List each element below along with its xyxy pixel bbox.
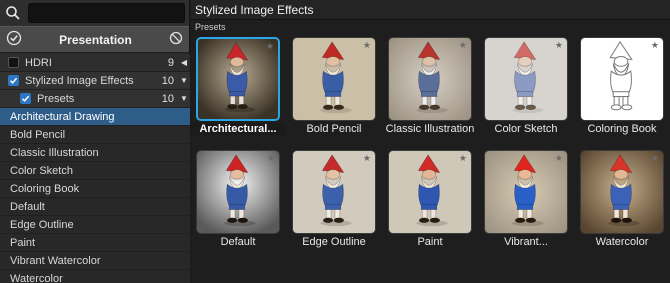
tree-row-label: Stylized Image Effects <box>25 74 134 87</box>
star-icon[interactable]: ★ <box>267 154 275 163</box>
preset-caption: Vibrant... <box>504 236 548 248</box>
tree-row-count: 10 <box>161 92 174 105</box>
preset-list-label: Vibrant Watercolor <box>10 254 101 267</box>
chevron-down-icon[interactable]: ▼ <box>178 76 190 85</box>
preset-list-item[interactable]: Watercolor <box>0 270 190 283</box>
preset-list-item[interactable]: Edge Outline <box>0 216 190 234</box>
preset-thumbnail[interactable]: ★ <box>484 37 568 121</box>
presentation-header[interactable]: Presentation <box>0 26 189 53</box>
app-window: Presentation HDRI 9 ◀ Stylized Image Eff… <box>0 0 670 283</box>
preset-caption: Edge Outline <box>302 236 366 248</box>
check-circle-icon[interactable] <box>6 30 22 49</box>
preset-list-label: Edge Outline <box>10 218 74 231</box>
prohibit-icon[interactable] <box>169 31 183 48</box>
preset-tree: HDRI 9 ◀ Stylized Image Effects 10 ▼ Pre… <box>0 54 190 283</box>
preset-caption: Color Sketch <box>494 123 558 135</box>
preset-list-item[interactable]: Default <box>0 198 190 216</box>
tree-row-count: 10 <box>161 74 174 87</box>
tree-row-count: 9 <box>167 56 174 69</box>
preset-caption: Bold Pencil <box>306 123 362 135</box>
preset-list-item[interactable]: Paint <box>0 234 190 252</box>
search-bar <box>0 0 189 26</box>
star-icon[interactable]: ★ <box>555 41 563 50</box>
star-icon[interactable]: ★ <box>555 154 563 163</box>
preset-list: Architectural Drawing Bold Pencil Classic … <box>0 108 190 283</box>
star-icon[interactable]: ★ <box>651 154 659 163</box>
search-input[interactable] <box>28 3 185 23</box>
preset-list-label: Paint <box>10 236 36 249</box>
star-icon[interactable]: ★ <box>459 154 467 163</box>
main-panel: Stylized Image Effects Presets ★ Architec… <box>190 0 670 283</box>
preset-caption: Coloring Book <box>587 123 657 135</box>
presets-checkbox[interactable] <box>20 93 31 104</box>
star-icon[interactable]: ★ <box>459 41 467 50</box>
preset-caption: Paint <box>417 236 443 248</box>
preset-thumbnail[interactable]: ★ <box>580 150 664 234</box>
tree-row-hdri[interactable]: HDRI 9 ◀ <box>0 54 190 72</box>
preset-list-label: Color Sketch <box>10 164 73 177</box>
preset-thumbnail[interactable]: ★ <box>196 150 280 234</box>
preset-list-label: Architectural Drawing <box>10 110 115 123</box>
hdri-checkbox[interactable] <box>8 57 19 68</box>
star-icon[interactable]: ★ <box>363 41 371 50</box>
preset-caption: Architectural... <box>190 123 286 135</box>
presentation-label: Presentation <box>59 32 132 47</box>
preset-thumbnail[interactable]: ★ <box>292 37 376 121</box>
preset-caption: Default <box>220 236 256 248</box>
preset-list-item[interactable]: Coloring Book <box>0 180 190 198</box>
preset-thumbnail[interactable]: ★ <box>484 150 568 234</box>
preset-caption: Classic Illustration <box>385 123 475 135</box>
preset-list-item[interactable]: Classic Illustration <box>0 144 190 162</box>
star-icon[interactable]: ★ <box>266 42 274 51</box>
preset-thumbnail[interactable]: ★ <box>580 37 664 121</box>
preset-list-label: Coloring Book <box>10 182 80 195</box>
tree-row-stylized[interactable]: Stylized Image Effects 10 ▼ <box>0 72 190 90</box>
preset-list-label: Classic Illustration <box>10 146 99 159</box>
preset-list-label: Default <box>10 200 45 213</box>
preset-thumbnail[interactable]: ★ <box>388 37 472 121</box>
star-icon[interactable]: ★ <box>363 154 371 163</box>
search-icon[interactable] <box>4 4 22 22</box>
preset-thumbnail[interactable]: ★ <box>196 37 280 121</box>
preset-list-item[interactable]: Vibrant Watercolor <box>0 252 190 270</box>
preset-list-item[interactable]: Architectural Drawing <box>0 108 190 126</box>
chevron-left-icon[interactable]: ◀ <box>178 58 190 67</box>
star-icon[interactable]: ★ <box>651 41 659 50</box>
preset-thumbnail[interactable]: ★ <box>292 150 376 234</box>
preset-list-item[interactable]: Color Sketch <box>0 162 190 180</box>
tree-row-label: Presets <box>37 92 75 105</box>
preset-list-label: Watercolor <box>10 272 63 283</box>
stylized-checkbox[interactable] <box>8 75 19 86</box>
preset-caption: Watercolor <box>595 236 649 248</box>
preset-list-label: Bold Pencil <box>10 128 66 141</box>
sidebar: Presentation HDRI 9 ◀ Stylized Image Eff… <box>0 0 190 283</box>
section-label: Presets <box>195 22 226 32</box>
preset-thumbnail[interactable]: ★ <box>388 150 472 234</box>
panel-title: Stylized Image Effects <box>191 0 670 20</box>
chevron-down-icon[interactable]: ▼ <box>178 94 190 103</box>
tree-row-presets[interactable]: Presets 10 ▼ <box>0 90 190 108</box>
tree-row-label: HDRI <box>25 56 52 69</box>
preset-list-item[interactable]: Bold Pencil <box>0 126 190 144</box>
